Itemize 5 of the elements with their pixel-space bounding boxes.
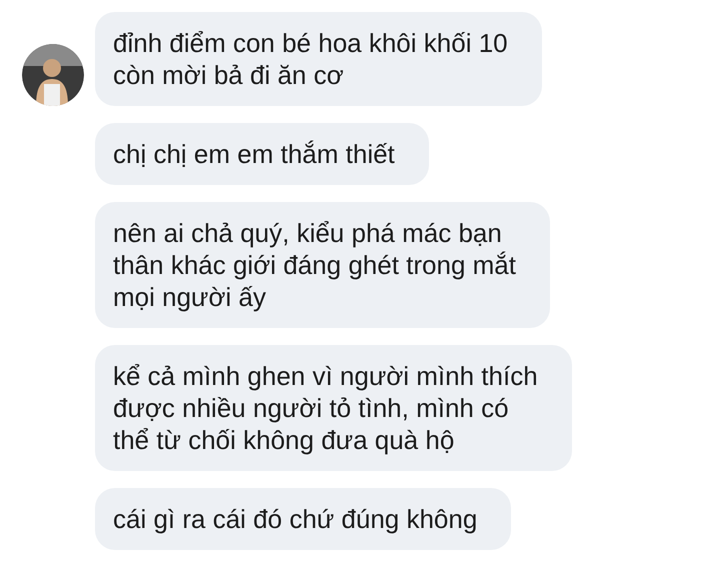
message-bubble: kể cả mình ghen vì người mình thích được nhiều người tỏ tình, mình có thể từ chối không đưa quà hộ: [95, 345, 572, 471]
message-bubble: chị chị em em thắm thiết: [95, 123, 429, 185]
message-bubble: nên ai chả quý, kiểu phá mác bạn thân khác giới đáng ghét trong mắt mọi người ấy: [95, 202, 550, 328]
message-bubble: đỉnh điểm con bé hoa khôi khối 10 còn mời bả đi ăn cơ: [95, 12, 542, 106]
message-bubble: cái gì ra cái đó chứ đúng không: [95, 488, 512, 550]
